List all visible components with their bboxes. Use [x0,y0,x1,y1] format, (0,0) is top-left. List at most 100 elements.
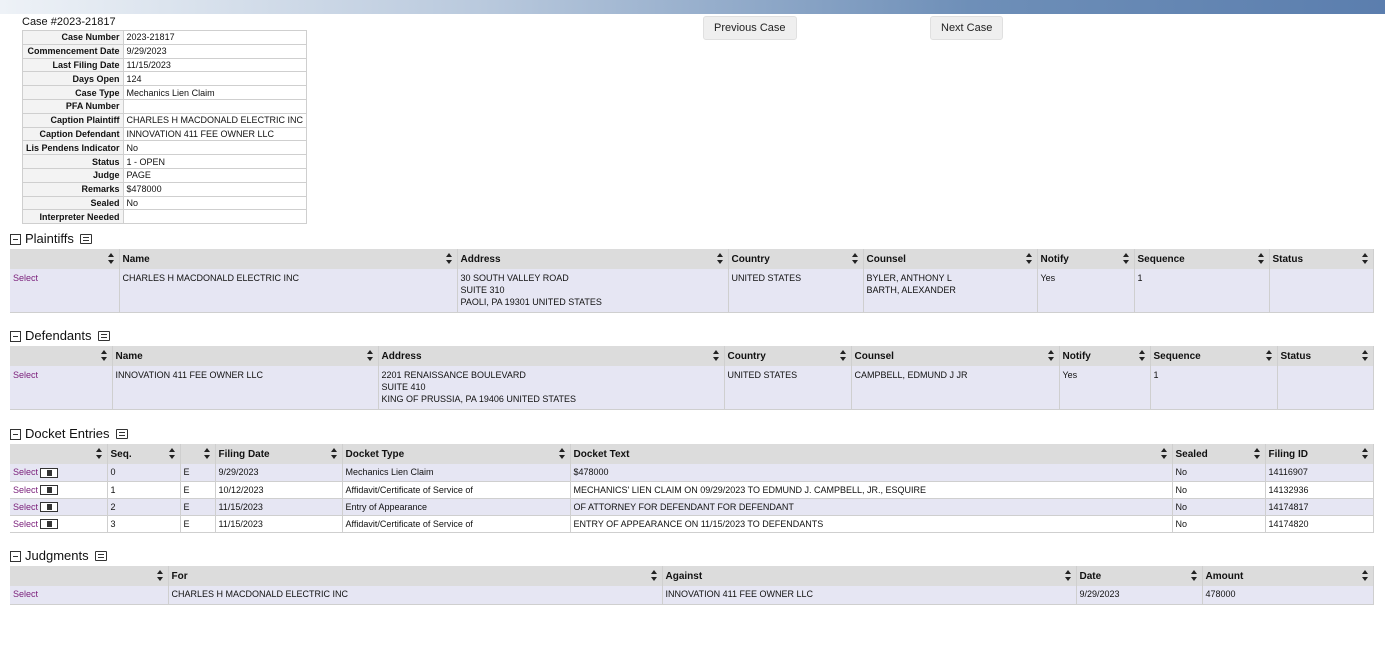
sort-icon[interactable] [1025,253,1033,264]
select-link[interactable]: Select [13,467,38,477]
column-header-country[interactable]: Country [728,249,864,269]
cell-seq: 0 [107,464,181,482]
cell-docket-type: Affidavit/Certificate of Service of [342,481,571,499]
sort-icon[interactable] [1361,570,1369,581]
sort-icon[interactable] [1122,253,1130,264]
cell-country: UNITED STATES [728,269,864,313]
column-header-date[interactable]: Date [1076,566,1203,586]
sort-icon[interactable] [330,448,338,459]
column-header-seq[interactable]: Seq. [107,444,181,464]
sort-icon[interactable] [1265,350,1273,361]
next-case-button[interactable]: Next Case [930,16,1004,40]
document-icon[interactable] [40,467,59,478]
cell-counsel: BYLER, ANTHONY L BARTH, ALEXANDER [863,269,1038,313]
defendants-table: Name Address Country Counsel Notify Sequ… [10,346,1374,410]
sort-icon[interactable] [1064,570,1072,581]
sort-icon[interactable] [558,448,566,459]
column-header-docket-text[interactable]: Docket Text [570,444,1173,464]
document-icon[interactable] [40,485,59,496]
sort-icon[interactable] [1253,448,1261,459]
column-header-flag[interactable] [180,444,216,464]
column-header-sequence[interactable]: Sequence [1150,346,1278,366]
info-value: 9/29/2023 [122,43,308,59]
cell-notify: Yes [1037,269,1135,313]
sort-icon[interactable] [1047,350,1055,361]
column-header-filing-date[interactable]: Filing Date [215,444,343,464]
column-header-address[interactable]: Address [457,249,729,269]
sort-icon[interactable] [712,350,720,361]
cell-against: INNOVATION 411 FEE OWNER LLC [662,586,1077,605]
sort-icon[interactable] [851,253,859,264]
select-link[interactable]: Select [13,502,38,512]
sort-icon[interactable] [366,350,374,361]
column-header-counsel[interactable]: Counsel [863,249,1038,269]
column-header-address[interactable]: Address [378,346,725,366]
info-row-status: Status 1 - OPEN [22,154,308,169]
column-header-for[interactable]: For [168,566,663,586]
sort-icon[interactable] [650,570,658,581]
sort-icon[interactable] [100,350,108,361]
info-value: $478000 [122,181,308,197]
info-label: PFA Number [22,98,124,114]
sort-icon[interactable] [1160,448,1168,459]
print-icon[interactable] [94,551,107,561]
column-header-sequence[interactable]: Sequence [1134,249,1270,269]
sort-icon[interactable] [1361,350,1369,361]
sort-icon[interactable] [168,448,176,459]
column-header-sealed[interactable]: Sealed [1172,444,1266,464]
sort-icon[interactable] [1190,570,1198,581]
sort-icon[interactable] [1138,350,1146,361]
collapse-icon[interactable] [10,550,21,562]
document-icon[interactable] [40,519,59,530]
column-header-filing-id[interactable]: Filing ID [1265,444,1374,464]
sort-icon[interactable] [203,448,211,459]
column-header-notify[interactable]: Notify [1059,346,1151,366]
collapse-icon[interactable] [10,428,21,440]
document-icon[interactable] [40,502,59,513]
sort-icon[interactable] [839,350,847,361]
select-link[interactable]: Select [13,519,38,529]
column-header-counsel[interactable]: Counsel [851,346,1060,366]
sort-icon[interactable] [1361,253,1369,264]
print-icon[interactable] [115,429,128,439]
column-header[interactable] [10,249,120,269]
print-icon[interactable] [97,331,110,341]
judgments-header: Judgments [10,548,107,564]
collapse-icon[interactable] [10,233,21,245]
previous-case-button[interactable]: Previous Case [703,16,797,40]
sort-icon[interactable] [445,253,453,264]
info-label: Last Filing Date [22,57,124,73]
sort-icon[interactable] [1257,253,1265,264]
sort-icon[interactable] [107,253,115,264]
cell-docket-text: OF ATTORNEY FOR DEFENDANT FOR DEFENDANT [570,498,1173,516]
select-link[interactable]: Select [13,370,38,380]
cell-filing-id: 14174817 [1265,498,1374,516]
column-header-docket-type[interactable]: Docket Type [342,444,571,464]
print-icon[interactable] [79,234,92,244]
column-header-country[interactable]: Country [724,346,852,366]
sort-icon[interactable] [716,253,724,264]
info-row-remarks: Remarks $478000 [22,181,308,197]
column-header-against[interactable]: Against [662,566,1077,586]
judgments-table: For Against Date Amount Select CHARLES H… [10,566,1374,605]
column-header-notify[interactable]: Notify [1037,249,1135,269]
select-link[interactable]: Select [13,589,38,599]
sort-icon[interactable] [1361,448,1369,459]
cell-docket-type: Entry of Appearance [342,498,571,516]
cell-flag: E [180,498,216,516]
column-header[interactable] [10,444,108,464]
sort-icon[interactable] [156,570,164,581]
column-header-amount[interactable]: Amount [1202,566,1374,586]
cell-name: INNOVATION 411 FEE OWNER LLC [112,366,379,410]
select-link[interactable]: Select [13,273,38,283]
sort-icon[interactable] [95,448,103,459]
collapse-icon[interactable] [10,330,21,342]
column-header[interactable] [10,566,169,586]
section-title: Defendants [25,328,92,343]
column-header-status[interactable]: Status [1269,249,1374,269]
select-link[interactable]: Select [13,485,38,495]
column-header-name[interactable]: Name [119,249,458,269]
column-header[interactable] [10,346,113,366]
column-header-name[interactable]: Name [112,346,379,366]
column-header-status[interactable]: Status [1277,346,1374,366]
